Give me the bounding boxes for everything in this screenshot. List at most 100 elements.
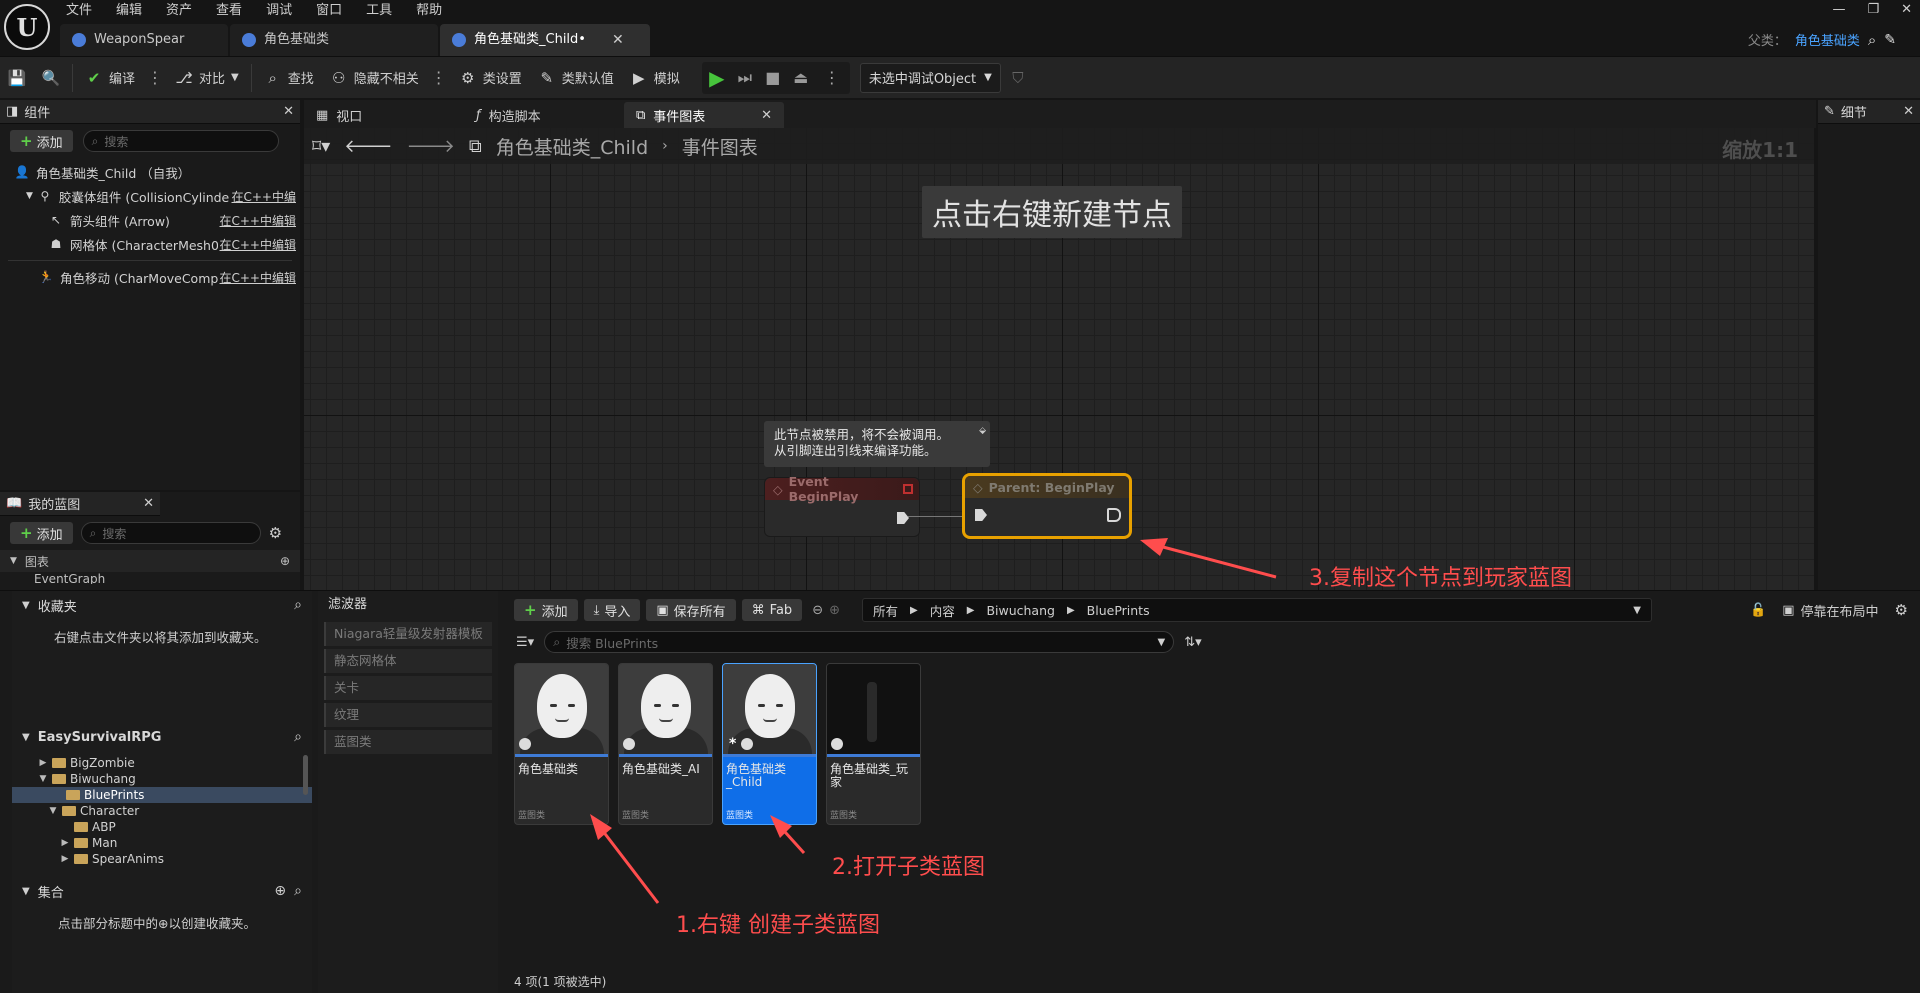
close-icon[interactable]: ✕: [143, 496, 154, 511]
tab-viewport[interactable]: ▦ 视口: [304, 102, 464, 128]
asset-tile[interactable]: 角色基础类 蓝图类: [514, 663, 609, 825]
find-button[interactable]: ⌕ 查找: [256, 63, 322, 93]
class-defaults-button[interactable]: ✎ 类默认值: [530, 63, 622, 93]
asset-tile-selected[interactable]: * 角色基础类_Child 蓝图类: [722, 663, 817, 825]
event-graph-canvas[interactable]: ⌑▾ 🡐 🡒 ⧉ 角色基础类_Child › 事件图表 缩放1:1 点击右键新建…: [304, 128, 1814, 590]
folder-blueprints[interactable]: BluePrints: [12, 787, 312, 803]
filter-blueprint-class[interactable]: 蓝图类: [324, 730, 492, 754]
gear-icon[interactable]: ⚙: [1895, 601, 1908, 619]
expand-icon[interactable]: ▶: [38, 758, 48, 768]
menu-file[interactable]: 文件: [66, 2, 104, 20]
debug-filter-icon[interactable]: ⛉: [1009, 69, 1027, 87]
exec-output-pin[interactable]: [897, 512, 909, 524]
parent-beginplay-node[interactable]: ◇ Parent: BeginPlay: [962, 473, 1132, 539]
menu-edit[interactable]: 编辑: [116, 2, 154, 20]
add-circle-icon[interactable]: ⊕: [274, 883, 286, 899]
dock-in-layout-button[interactable]: ▣ 停靠在布局中: [1782, 601, 1878, 620]
browse-button[interactable]: 🔍: [34, 63, 68, 93]
eject-icon[interactable]: ⏏: [792, 68, 810, 87]
bookmark-icon[interactable]: ⌑▾: [312, 136, 330, 157]
close-window-icon[interactable]: ✕: [1901, 2, 1912, 17]
add-component-button[interactable]: + 添加: [10, 130, 73, 152]
asset-tile[interactable]: 角色基础类_AI 蓝图类: [618, 663, 713, 825]
hide-unrelated-button[interactable]: ⚇ 隐藏不相关: [322, 63, 427, 93]
path-bar[interactable]: 所有 ▶ 内容 ▶ Biwuchang ▶ BluePrints ▼: [862, 598, 1652, 622]
close-icon[interactable]: ✕: [761, 108, 772, 123]
edit-in-cpp-link[interactable]: 在C++中编辑: [217, 235, 296, 253]
path-segment[interactable]: Biwuchang: [986, 603, 1055, 618]
filter-static-mesh[interactable]: 静态网格体: [324, 649, 492, 673]
minimize-icon[interactable]: —: [1832, 2, 1845, 17]
restore-icon[interactable]: ❐: [1867, 2, 1879, 17]
tab-construction-script[interactable]: ƒ 构造脚本: [464, 102, 624, 128]
stop-icon[interactable]: ■: [764, 68, 782, 87]
doc-tab-weaponspear[interactable]: WeaponSpear: [60, 24, 228, 56]
parent-class-link[interactable]: 角色基础类: [1795, 30, 1860, 49]
component-row-movement[interactable]: 🏃 角色移动 (CharMoveComp) 在C++中编辑: [0, 265, 300, 289]
folder-bigzombie[interactable]: ▶ BigZombie: [12, 755, 312, 771]
folder-character[interactable]: ▼ Character: [12, 803, 312, 819]
menu-view[interactable]: 查看: [216, 2, 254, 20]
menu-help[interactable]: 帮助: [416, 2, 454, 20]
play-icon[interactable]: ▶: [708, 66, 726, 90]
exec-input-pin[interactable]: [975, 509, 987, 521]
asset-search-input[interactable]: ⌕ 搜索 BluePrints ▼: [544, 631, 1175, 653]
tab-event-graph[interactable]: ⧉ 事件图表 ✕: [624, 102, 784, 128]
edit-in-cpp-link[interactable]: 在C++中编辑: [217, 211, 296, 229]
lock-icon[interactable]: 🔓: [1750, 603, 1766, 618]
history-forward-icon[interactable]: ⊕: [829, 603, 840, 618]
component-row-self[interactable]: 👤 角色基础类_Child （自我）: [0, 160, 300, 184]
breadcrumb-class[interactable]: 角色基础类_Child: [496, 133, 648, 160]
collections-header[interactable]: ▼ 集合 ⊕ ⌕: [12, 877, 312, 905]
expand-icon[interactable]: ▶: [60, 838, 70, 848]
delegate-pin-icon[interactable]: [903, 484, 913, 494]
filter-texture[interactable]: 纹理: [324, 703, 492, 727]
path-segment[interactable]: 内容: [930, 601, 955, 620]
edit-in-cpp-link[interactable]: 在C++中编辑: [217, 268, 296, 286]
fab-button[interactable]: ⌘ Fab: [741, 599, 803, 621]
filter-level[interactable]: 关卡: [324, 676, 492, 700]
menu-tools[interactable]: 工具: [366, 2, 404, 20]
menu-window[interactable]: 窗口: [316, 2, 354, 20]
favorites-header[interactable]: ▼ 收藏夹 ⌕: [12, 591, 312, 619]
folder-biwuchang[interactable]: ▼ Biwuchang: [12, 771, 312, 787]
more-options-icon[interactable]: ⋮: [143, 68, 167, 87]
folder-man[interactable]: ▶ Man: [12, 835, 312, 851]
search-icon[interactable]: ⌕: [294, 729, 302, 745]
debug-object-select[interactable]: 未选中调试Object ▼: [859, 62, 1001, 93]
save-all-button[interactable]: ▣ 保存所有: [646, 599, 736, 621]
class-settings-button[interactable]: ⚙ 类设置: [451, 63, 530, 93]
chevron-down-icon[interactable]: ▼: [1157, 637, 1165, 648]
expand-icon[interactable]: ▼: [48, 806, 58, 816]
component-row-mesh[interactable]: ☗ 网格体 (CharacterMesh0) 在C++中编辑: [0, 232, 300, 256]
tree-scrollbar[interactable]: [303, 755, 308, 795]
diff-button[interactable]: ⎇ 对比 ▼: [167, 63, 247, 93]
exec-output-pin[interactable]: [1107, 508, 1121, 522]
path-segment[interactable]: BluePrints: [1087, 603, 1150, 618]
search-icon[interactable]: ⌕: [294, 883, 302, 899]
component-row-capsule[interactable]: ▼ ⚲ 胶囊体组件 (CollisionCylinder) 在C++中编: [0, 184, 300, 208]
close-icon[interactable]: ✕: [612, 24, 624, 56]
graphs-section-header[interactable]: ▼ 图表 ⊕: [0, 550, 300, 572]
folder-spearanims[interactable]: ▶ SpearAnims: [12, 851, 312, 867]
more-options-icon[interactable]: ⋮: [427, 68, 451, 87]
expand-icon[interactable]: ▼: [38, 774, 48, 784]
menu-asset[interactable]: 资产: [166, 2, 204, 20]
back-arrow-icon[interactable]: 🡐: [344, 136, 392, 157]
breadcrumb-graph[interactable]: 事件图表: [682, 133, 758, 160]
project-header[interactable]: ▼ EasySurvivalRPG ⌕: [12, 723, 312, 751]
sort-icon[interactable]: ⇅▾: [1184, 635, 1201, 650]
add-asset-button[interactable]: + 添加: [514, 599, 578, 621]
component-row-arrow[interactable]: ↖ 箭头组件 (Arrow) 在C++中编辑: [0, 208, 300, 232]
menu-debug[interactable]: 调试: [266, 2, 304, 20]
doc-tab-base-class[interactable]: 角色基础类: [230, 24, 438, 56]
gear-icon[interactable]: ⚙: [269, 524, 282, 542]
folder-abp[interactable]: ABP: [12, 819, 312, 835]
search-icon[interactable]: ⌕: [294, 597, 302, 613]
close-icon[interactable]: ✕: [1903, 104, 1914, 119]
filter-icon[interactable]: ☰▾: [516, 635, 534, 650]
event-beginplay-node[interactable]: ◇ Event BeginPlay: [764, 474, 920, 537]
step-icon[interactable]: ⏭: [736, 68, 754, 87]
event-graph-item[interactable]: EventGraph: [0, 572, 300, 584]
search-icon[interactable]: ⌕: [1868, 31, 1876, 49]
